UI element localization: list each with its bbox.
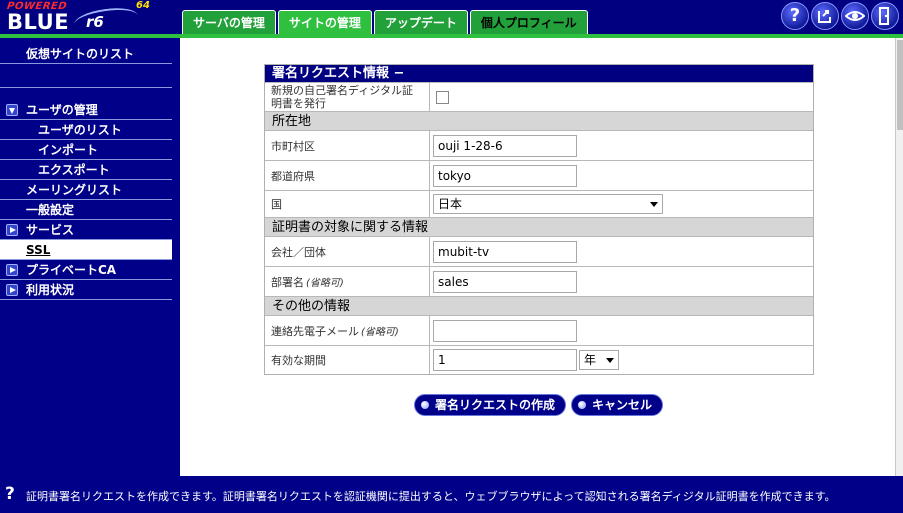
- app-header: POWERED BLUE r6 64 サーバの管理 サイトの管理 アップデート …: [0, 0, 903, 36]
- section-subject: 証明書の対象に関する情報: [265, 217, 813, 236]
- bullet-icon: [421, 401, 429, 409]
- section-location: 所在地: [265, 111, 813, 130]
- help-icon[interactable]: ?: [781, 2, 809, 30]
- period-input[interactable]: 1: [433, 349, 577, 371]
- city-input[interactable]: ouji 1-28-6: [433, 134, 577, 157]
- collapse-triangle-icon: [6, 104, 18, 116]
- city-label: 市町村区: [265, 131, 430, 160]
- company-row: 会社／団体 mubit-tv: [265, 236, 813, 266]
- tab-personal-profile[interactable]: 個人プロフィール: [469, 10, 588, 34]
- help-question-icon: ?: [5, 484, 15, 504]
- logo-version-text: 64: [136, 0, 150, 11]
- period-unit-value: 年: [584, 353, 597, 367]
- sidebar-item-label: SSL: [26, 243, 51, 257]
- expand-triangle-icon: [6, 264, 18, 276]
- main-content: 署名リクエスト情報 − 新規の自己署名ディジタル証明書を発行 所在地 市町村区 …: [180, 38, 895, 476]
- sidebar-item-label: メーリングリスト: [26, 183, 123, 197]
- email-label-cell: 連絡先電子メール (省略可): [265, 316, 430, 345]
- state-row: 都道府県 tokyo: [265, 160, 813, 190]
- help-text: 証明書署名リクエストを作成できます。証明書署名リクエストを認証機関に提出すると、…: [26, 490, 836, 503]
- sidebar-item-label: 仮想サイトのリスト: [26, 47, 135, 61]
- cancel-button[interactable]: キャンセル: [571, 394, 664, 416]
- sidebar-item-private-ca[interactable]: プライベートCA: [0, 260, 172, 280]
- sidebar-item-label: ユーザの管理: [26, 103, 98, 117]
- department-label: 部署名: [271, 275, 304, 289]
- content-scrollbar[interactable]: [895, 38, 903, 476]
- sidebar-item-label: ユーザのリスト: [38, 123, 122, 137]
- logout-icon[interactable]: [871, 2, 899, 30]
- logo-swoosh: [72, 4, 140, 36]
- tab-server-admin[interactable]: サーバの管理: [182, 10, 276, 34]
- country-label: 国: [265, 191, 430, 217]
- department-optional-note: (省略可): [306, 278, 344, 289]
- upload-icon[interactable]: [811, 2, 839, 30]
- sidebar-item-blank: [0, 68, 172, 88]
- email-label: 連絡先電子メール: [271, 324, 359, 338]
- sidebar-item-user-admin[interactable]: ユーザの管理: [0, 100, 172, 120]
- form-title: 署名リクエスト情報 −: [265, 65, 813, 82]
- country-row: 国 日本: [265, 190, 813, 217]
- period-row: 有効な期間 1 年: [265, 345, 813, 374]
- department-label-cell: 部署名 (省略可): [265, 267, 430, 296]
- eye-icon[interactable]: [841, 2, 869, 30]
- sidebar-item-import[interactable]: インポート: [0, 140, 172, 160]
- expand-triangle-icon: [6, 284, 18, 296]
- sidebar: 仮想サイトのリスト ユーザの管理 ユーザのリスト インポート エクスポート メー…: [0, 38, 180, 476]
- country-select[interactable]: 日本: [433, 194, 663, 214]
- sidebar-item-general-settings[interactable]: 一般設定: [0, 200, 172, 220]
- scrollbar-thumb[interactable]: [897, 40, 903, 130]
- self-signed-label: 新規の自己署名ディジタル証明書を発行: [265, 83, 430, 111]
- header-icons: ?: [781, 2, 899, 30]
- department-input[interactable]: sales: [433, 270, 577, 293]
- signing-request-form: 署名リクエスト情報 − 新規の自己署名ディジタル証明書を発行 所在地 市町村区 …: [264, 64, 814, 375]
- sidebar-item-label: インポート: [38, 143, 99, 157]
- chevron-down-icon: [650, 202, 658, 207]
- email-optional-note: (省略可): [361, 327, 399, 338]
- period-label: 有効な期間: [265, 346, 430, 374]
- form-buttons: 署名リクエストの作成 キャンセル: [414, 394, 664, 416]
- sidebar-item-export[interactable]: エクスポート: [0, 160, 172, 180]
- sidebar-item-mailing-list[interactable]: メーリングリスト: [0, 180, 172, 200]
- cancel-label: キャンセル: [592, 398, 653, 412]
- create-request-button[interactable]: 署名リクエストの作成: [414, 394, 567, 416]
- department-row: 部署名 (省略可) sales: [265, 266, 813, 296]
- period-unit-select[interactable]: 年: [579, 350, 619, 370]
- sidebar-item-services[interactable]: サービス: [0, 220, 172, 240]
- country-select-value: 日本: [438, 197, 463, 211]
- city-row: 市町村区 ouji 1-28-6: [265, 130, 813, 160]
- section-other: その他の情報: [265, 296, 813, 315]
- tab-site-admin[interactable]: サイトの管理: [277, 10, 372, 34]
- company-label: 会社／団体: [265, 237, 430, 266]
- self-signed-checkbox[interactable]: [436, 90, 449, 104]
- sidebar-item-label: 一般設定: [26, 203, 75, 217]
- sidebar-item-user-list[interactable]: ユーザのリスト: [0, 120, 172, 140]
- email-input[interactable]: [433, 319, 577, 342]
- tab-update[interactable]: アップデート: [373, 10, 468, 34]
- state-label: 都道府県: [265, 161, 430, 190]
- blue-quartz-logo: POWERED BLUE r6 64: [4, 0, 164, 36]
- sidebar-item-label: サービス: [26, 223, 75, 237]
- help-footer: ? 証明書署名リクエストを作成できます。証明書署名リクエストを認証機関に提出する…: [0, 476, 903, 513]
- sidebar-item-virtual-sites[interactable]: 仮想サイトのリスト: [0, 44, 172, 64]
- main-tabs: サーバの管理 サイトの管理 アップデート 個人プロフィール: [182, 10, 590, 34]
- sidebar-item-label: エクスポート: [38, 163, 110, 177]
- bullet-icon: [578, 401, 587, 409]
- sidebar-item-label: 利用状況: [26, 283, 75, 297]
- sidebar-item-usage[interactable]: 利用状況: [0, 280, 172, 300]
- state-input[interactable]: tokyo: [433, 164, 577, 187]
- create-request-label: 署名リクエストの作成: [435, 398, 556, 412]
- chevron-down-icon: [606, 358, 614, 363]
- sidebar-item-label: プライベートCA: [26, 263, 117, 277]
- logo-r6-text: r6: [86, 13, 104, 31]
- logo-blue-text: BLUE: [7, 10, 70, 34]
- expand-triangle-icon: [6, 224, 18, 236]
- self-signed-row: 新規の自己署名ディジタル証明書を発行: [265, 82, 813, 111]
- email-row: 連絡先電子メール (省略可): [265, 315, 813, 345]
- sidebar-item-ssl[interactable]: SSL: [0, 240, 172, 260]
- company-input[interactable]: mubit-tv: [433, 240, 577, 263]
